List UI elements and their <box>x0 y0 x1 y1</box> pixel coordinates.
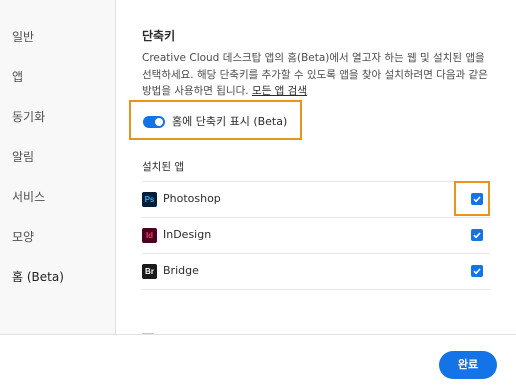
description-text: Creative Cloud 데스크탑 앱의 홈(Beta)에서 열고자 하는 … <box>142 52 488 97</box>
indesign-icon: Id <box>142 228 157 243</box>
checkmark-icon <box>473 232 481 239</box>
checkbox-highlight-box <box>454 181 490 216</box>
divider <box>142 289 490 290</box>
app-name: Photoshop <box>163 192 221 205</box>
toggle-knob <box>155 118 163 126</box>
show-shortcuts-toggle-row: 홈에 단축키 표시 (Beta) <box>129 100 302 140</box>
sidebar-item-apps[interactable]: 앱 <box>12 68 23 85</box>
section-description: Creative Cloud 데스크탑 앱의 홈(Beta)에서 열고자 하는 … <box>142 50 490 100</box>
sidebar-item-appearance[interactable]: 모양 <box>12 228 34 245</box>
app-checkbox-bridge[interactable] <box>471 265 483 277</box>
toggle-label: 홈에 단축키 표시 (Beta) <box>172 115 288 128</box>
installed-apps-title: 설치된 앱 <box>142 161 184 173</box>
app-row-photoshop: Ps Photoshop <box>142 181 490 217</box>
settings-sidebar: 일반 앱 동기화 알림 서비스 모양 홈 (Beta) <box>0 0 116 334</box>
sidebar-item-general[interactable]: 일반 <box>12 28 34 45</box>
sidebar-item-sync[interactable]: 동기화 <box>12 108 45 125</box>
sidebar-item-home-beta[interactable]: 홈 (Beta) <box>12 268 64 285</box>
search-all-apps-link[interactable]: 모든 앱 검색 <box>252 85 307 97</box>
photoshop-icon: Ps <box>142 192 157 207</box>
app-checkbox-indesign[interactable] <box>471 229 483 241</box>
sidebar-item-notifications[interactable]: 알림 <box>12 148 34 165</box>
app-row-bridge: Br Bridge <box>142 253 490 289</box>
sidebar-item-services[interactable]: 서비스 <box>12 188 45 205</box>
bridge-icon: Br <box>142 264 157 279</box>
app-name: Bridge <box>163 264 199 277</box>
section-title: 단축키 <box>142 29 176 43</box>
app-row-indesign: Id InDesign <box>142 217 490 253</box>
app-name: InDesign <box>163 228 212 241</box>
checkmark-icon <box>473 268 481 275</box>
dialog-footer: 완료 <box>0 334 516 386</box>
done-button[interactable]: 완료 <box>439 351 497 379</box>
settings-main-panel: 단축키 Creative Cloud 데스크탑 앱의 홈(Beta)에서 열고자… <box>117 0 516 334</box>
show-shortcuts-toggle[interactable] <box>143 116 165 128</box>
